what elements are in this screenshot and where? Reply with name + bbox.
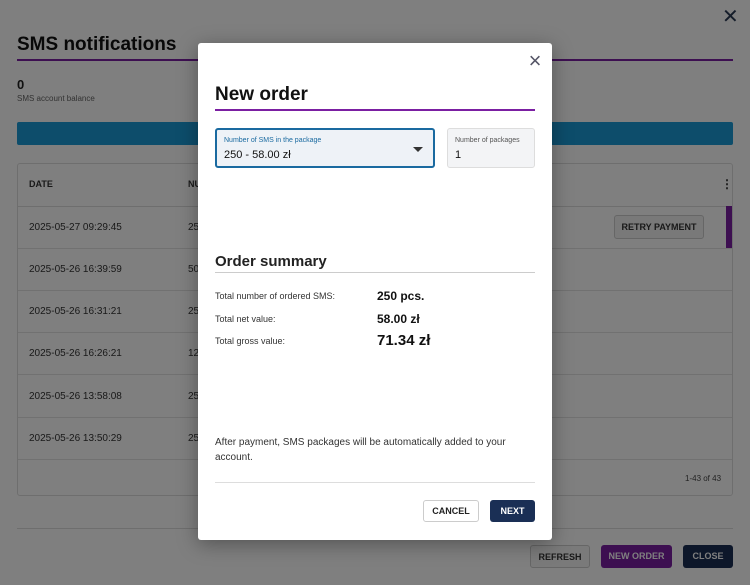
sms-package-label: Number of SMS in the package <box>224 137 322 144</box>
payment-info-text: After payment, SMS packages will be auto… <box>215 437 506 463</box>
packages-count-label: Number of packages <box>455 137 520 144</box>
packages-count-input[interactable] <box>455 149 525 161</box>
net-value-label: Total net value: <box>215 314 276 324</box>
gross-value: 71.34 zł <box>377 332 431 349</box>
chevron-down-icon[interactable] <box>413 147 423 152</box>
gross-value-label: Total gross value: <box>215 336 286 346</box>
order-summary-title: Order summary <box>215 253 327 270</box>
dialog-title: New order <box>215 84 308 105</box>
total-sms-value: 250 pcs. <box>377 289 425 303</box>
title-underline <box>215 109 535 111</box>
next-button[interactable]: NEXT <box>490 500 535 522</box>
sms-package-select[interactable]: Number of SMS in the package 250 - 58.00… <box>215 128 435 168</box>
cancel-button[interactable]: CANCEL <box>423 500 479 522</box>
sms-package-value: 250 - 58.00 zł <box>224 149 291 161</box>
close-icon[interactable]: × <box>525 50 545 72</box>
packages-count-field[interactable]: Number of packages <box>447 128 535 168</box>
new-order-dialog: × New order Number of SMS in the package… <box>198 43 552 540</box>
summary-divider <box>215 272 535 273</box>
total-sms-label: Total number of ordered SMS: <box>215 291 336 301</box>
footer-divider <box>215 482 535 483</box>
net-value: 58.00 zł <box>377 312 420 326</box>
